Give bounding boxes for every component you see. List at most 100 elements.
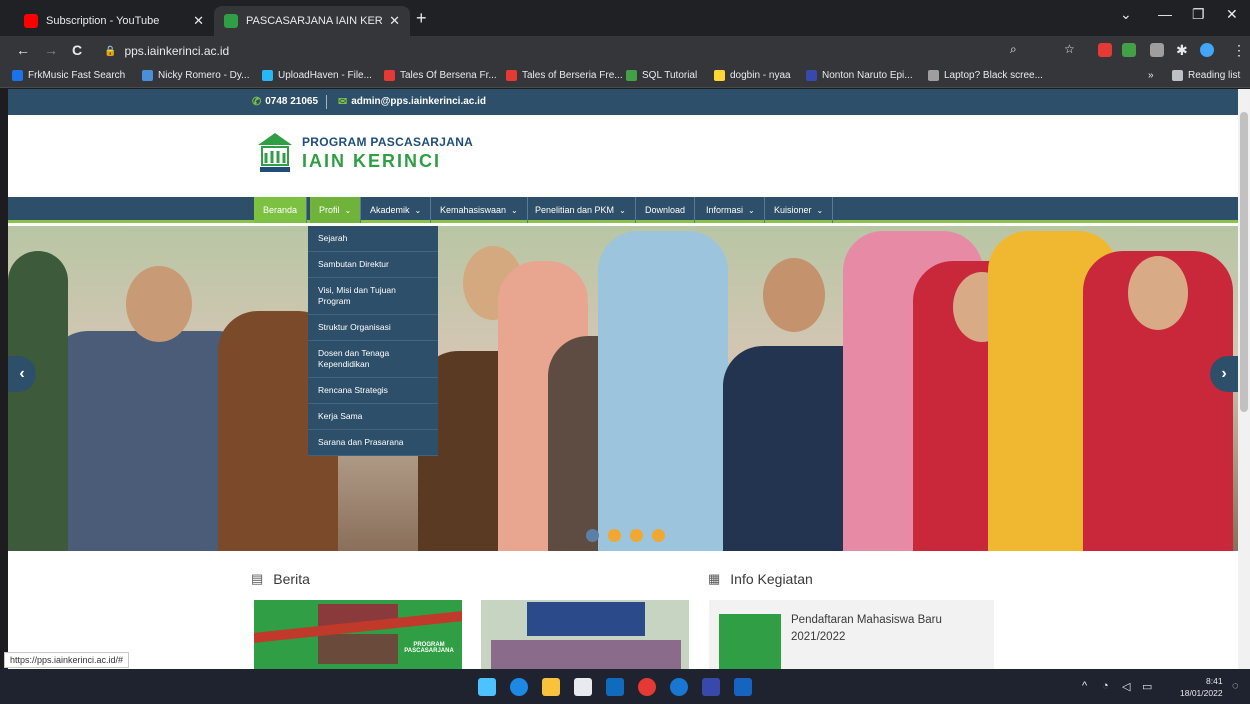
vscode-icon[interactable] xyxy=(702,678,720,696)
close-tab-icon[interactable]: ✕ xyxy=(389,13,400,29)
info-title[interactable]: Pendaftaran Mahasiswa Baru 2021/2022 xyxy=(791,612,981,646)
iain-logo-icon xyxy=(258,133,292,172)
nav-download[interactable]: Download xyxy=(636,197,696,223)
chevron-down-icon: ⌄ xyxy=(619,205,626,215)
carousel-next-button[interactable]: › xyxy=(1210,356,1238,392)
volume-icon[interactable]: ◁ xyxy=(1122,680,1130,693)
chrome-icon[interactable] xyxy=(638,678,656,696)
lock-icon[interactable]: 🔒 xyxy=(104,46,116,57)
dropdown-item[interactable]: Dosen dan Tenaga Kependidikan xyxy=(308,341,438,378)
extensions-puzzle-icon[interactable]: ✱ xyxy=(1176,42,1188,59)
nav-informasi[interactable]: Informasi ⌄ xyxy=(697,197,765,223)
wifi-icon[interactable]: ◔ xyxy=(1102,680,1109,692)
info-kegiatan-card[interactable]: Pendaftaran Mahasiswa Baru 2021/2022 xyxy=(709,600,994,669)
zoom-icon[interactable]: ⌕ xyxy=(1010,42,1017,57)
contact-bar: ✆ 0748 21065 ✉ admin@pps.iainkerinci.ac.… xyxy=(8,89,1238,115)
bookmark-item[interactable]: Nicky Romero - Dy... xyxy=(142,70,250,81)
tray-chevron-icon[interactable]: ^ xyxy=(1082,680,1087,692)
nav-kemahasiswaan[interactable]: Kemahasiswaan ⌄ xyxy=(431,197,528,223)
nav-penelitian[interactable]: Penelitian dan PKM ⌄ xyxy=(526,197,636,223)
bookmark-item[interactable]: UploadHaven - File... xyxy=(262,70,372,81)
dropdown-item[interactable]: Sarana dan Prasarana xyxy=(308,430,438,456)
carousel-dot[interactable] xyxy=(608,529,621,542)
bookmark-item[interactable]: Nonton Naruto Epi... xyxy=(806,70,913,81)
bookmark-item[interactable]: Tales Of Bersena Fr... xyxy=(384,70,497,81)
carousel-dot[interactable] xyxy=(652,529,665,542)
email-info[interactable]: ✉ admin@pps.iainkerinci.ac.id xyxy=(338,95,486,108)
new-tab-button[interactable]: + xyxy=(416,8,427,29)
bookmark-item[interactable]: Laptop? Black scree... xyxy=(928,70,1043,81)
battery-icon[interactable]: ▭ xyxy=(1142,680,1152,693)
bookmark-item[interactable]: Tales of Berseria Fre... xyxy=(506,70,623,81)
carousel-dot[interactable] xyxy=(630,529,643,542)
close-window-button[interactable]: ✕ xyxy=(1226,6,1238,23)
dropdown-item[interactable]: Rencana Strategis xyxy=(308,378,438,404)
bookmark-favicon-icon xyxy=(928,70,939,81)
bookmark-star-icon[interactable]: ☆ xyxy=(1064,42,1075,56)
nav-beranda[interactable]: Beranda xyxy=(254,197,308,223)
chevron-down-icon: ⌄ xyxy=(816,205,824,215)
hero-carousel: ‹ › xyxy=(8,226,1238,551)
bookmark-item[interactable]: SQL Tutorial xyxy=(626,70,697,81)
thumbnail-banner xyxy=(527,602,645,636)
info-kegiatan-heading: ▦ Info Kegiatan xyxy=(708,571,813,587)
thumbnail-photo xyxy=(318,634,398,664)
profile-avatar[interactable] xyxy=(1200,43,1214,57)
back-button[interactable]: ← xyxy=(16,42,30,58)
forward-button[interactable]: → xyxy=(44,42,58,58)
file-explorer-icon[interactable] xyxy=(542,678,560,696)
profil-dropdown-menu: Sejarah Sambutan Direktur Visi, Misi dan T… xyxy=(308,226,438,456)
reload-button[interactable]: C xyxy=(72,42,82,58)
menu-kebab-icon[interactable]: ⋮ xyxy=(1232,42,1246,59)
youtube-icon xyxy=(24,14,38,28)
nav-akademik[interactable]: Akademik ⌄ xyxy=(361,197,432,223)
carousel-dot[interactable] xyxy=(586,529,599,542)
scrollbar-thumb[interactable] xyxy=(1240,112,1248,412)
extension-icon[interactable] xyxy=(1122,43,1136,57)
dropdown-item[interactable]: Sambutan Direktur xyxy=(308,252,438,278)
bookmark-item[interactable]: dogbin - nyaa xyxy=(714,70,791,81)
divider xyxy=(326,95,327,109)
minimize-button[interactable]: — xyxy=(1158,6,1172,22)
thumbnail-caption: PROGRAM PASCASARJANA xyxy=(404,642,454,654)
store-icon[interactable] xyxy=(574,678,592,696)
word-icon[interactable] xyxy=(734,678,752,696)
mail-icon[interactable] xyxy=(606,678,624,696)
app-icon[interactable] xyxy=(670,678,688,696)
bookmark-favicon-icon xyxy=(714,70,725,81)
extension-icon[interactable] xyxy=(1150,43,1164,57)
carousel-indicators xyxy=(586,529,674,542)
nav-profil[interactable]: Profil ⌄ xyxy=(310,197,362,223)
email-icon: ✉ xyxy=(338,96,348,108)
close-tab-icon[interactable]: ✕ xyxy=(193,13,204,29)
dropdown-item[interactable]: Visi, Misi dan Tujuan Program xyxy=(308,278,438,315)
bookmarks-more-button[interactable]: » xyxy=(1148,70,1154,81)
site-logo[interactable]: PROGRAM PASCASARJANA IAIN KERINCI xyxy=(256,131,473,175)
thumbnail-photo xyxy=(491,640,681,669)
photo-person xyxy=(1128,256,1188,330)
extension-adblock-icon[interactable] xyxy=(1098,43,1112,57)
dropdown-item[interactable]: Sejarah xyxy=(308,226,438,252)
reading-list-button[interactable]: Reading list xyxy=(1172,70,1240,81)
bookmark-favicon-icon xyxy=(262,70,273,81)
bookmark-favicon-icon xyxy=(806,70,817,81)
clock-time: 8:41 xyxy=(1206,676,1223,686)
tab-youtube[interactable]: Subscription - YouTube ✕ xyxy=(14,6,214,36)
berita-thumbnail[interactable] xyxy=(481,600,689,669)
taskbar-clock[interactable]: 8:41 18/01/2022 xyxy=(1180,675,1223,699)
logo-line-1: PROGRAM PASCASARJANA xyxy=(302,134,474,149)
bookmark-item[interactable]: FrkMusic Fast Search xyxy=(12,70,125,81)
windows-start-icon[interactable] xyxy=(478,678,496,696)
tab-pascasarjana[interactable]: PASCASARJANA IAIN KERINCI ✕ xyxy=(214,6,410,36)
dropdown-item[interactable]: Kerja Sama xyxy=(308,404,438,430)
phone-info[interactable]: ✆ 0748 21065 xyxy=(252,95,318,108)
tab-search-icon[interactable]: ⌄ xyxy=(1120,6,1132,23)
address-bar[interactable]: 🔒 pps.iainkerinci.ac.id xyxy=(100,40,1040,62)
maximize-button[interactable]: ❐ xyxy=(1192,6,1205,23)
dropdown-item[interactable]: Struktur Organisasi xyxy=(308,315,438,341)
nav-kuisioner[interactable]: Kuisioner ⌄ xyxy=(765,197,834,223)
notification-icon[interactable]: ◌ xyxy=(1232,680,1239,692)
url-text: pps.iainkerinci.ac.id xyxy=(124,44,230,58)
edge-icon[interactable] xyxy=(510,678,528,696)
berita-thumbnail[interactable]: PROGRAM PASCASARJANA xyxy=(254,600,462,669)
